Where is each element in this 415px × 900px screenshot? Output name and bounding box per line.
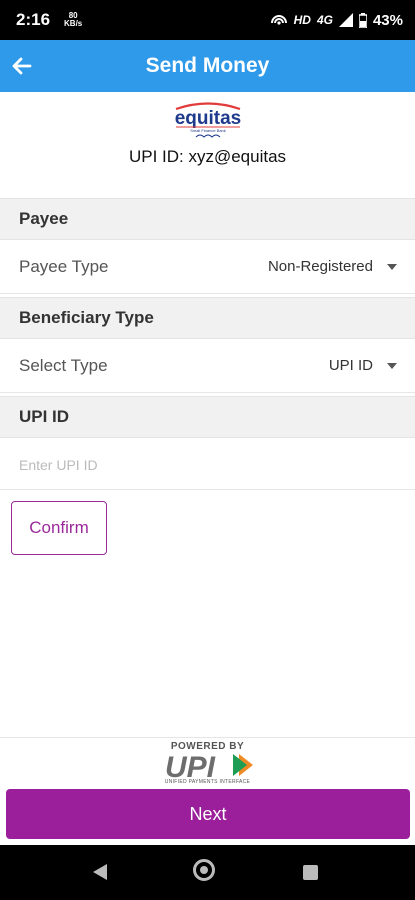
status-right: HD 4G 43% [270,12,403,29]
network-speed-unit: KB/s [64,19,83,28]
battery-percent: 43% [372,11,403,29]
chevron-down-icon [387,263,397,270]
section-header-beneficiary: Beneficiary Type [0,297,415,339]
section-header-upi-id: UPI ID [0,396,415,438]
confirm-button[interactable]: Confirm [11,501,107,555]
status-time: 2:16 [16,10,51,29]
nav-back-icon[interactable] [93,864,107,880]
section-header-payee: Payee [0,198,415,240]
system-nav-bar [0,845,415,900]
upi-id-input[interactable] [0,440,415,490]
status-bar: 2:16 80 KB/s HD 4G 43% [0,0,415,40]
beneficiary-type-selector[interactable]: Select Type UPI ID [0,339,415,393]
upi-logo-text: UPI [165,751,216,779]
hd-indicator: HD [293,13,311,27]
chevron-down-icon [387,362,397,369]
hotspot-icon [270,15,287,25]
payee-type-value: Non-Registered [267,258,373,275]
upi-logo: UPI [165,751,253,779]
nav-home-icon[interactable] [193,859,215,881]
signal-icon [338,13,353,27]
brand-header: equitas Small Finance Bank [0,100,415,145]
upi-tagline: UNIFIED PAYMENTS INTERFACE [164,779,251,785]
select-type-label: Select Type [19,355,108,375]
back-arrow-icon[interactable] [8,52,36,80]
next-button[interactable]: Next [6,789,410,839]
footer-divider [0,737,415,738]
equitas-logo: equitas Small Finance Bank [174,102,241,138]
nav-recents-icon[interactable] [303,865,318,880]
select-type-value: UPI ID [328,357,373,374]
app-bar: Send Money [0,40,415,92]
equitas-logo-text: equitas [174,108,241,129]
payee-type-selector[interactable]: Payee Type Non-Registered [0,240,415,294]
network-type: 4G [316,13,333,27]
page-title: Send Money [145,54,270,77]
network-speed: 80 KB/s [64,12,82,28]
battery-icon [358,12,367,28]
upi-id-label: UPI ID: xyz@equitas [128,147,287,166]
payee-type-label: Payee Type [19,256,109,276]
equitas-logo-subtext: Small Finance Bank [190,128,226,133]
